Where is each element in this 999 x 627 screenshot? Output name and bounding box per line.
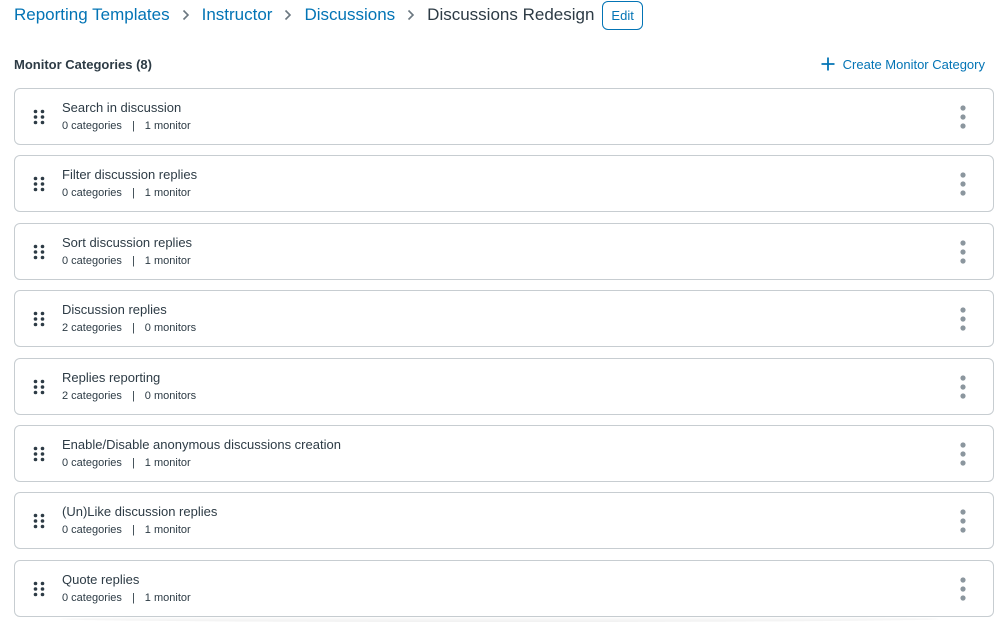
meta-separator: | [131, 120, 135, 132]
category-meta: 0 categories | 1 monitor [62, 255, 191, 267]
monitor-count: 1 monitor [144, 254, 191, 267]
breadcrumb-link-instructor[interactable]: Instructor [202, 5, 273, 25]
monitor-count: 1 monitor [144, 591, 191, 604]
edit-button[interactable]: Edit [602, 0, 643, 30]
category-meta: 0 categories | 1 monitor [62, 187, 191, 199]
category-card: Discussion replies 2 categories | 0 moni… [14, 290, 994, 348]
chevron-right-icon [182, 9, 190, 21]
drag-handle-icon[interactable] [33, 513, 45, 529]
monitor-count: 1 monitor [144, 456, 191, 469]
category-meta: 0 categories | 1 monitor [62, 592, 191, 604]
plus-icon [821, 57, 835, 71]
category-title: Sort discussion replies [62, 234, 193, 250]
kebab-menu-icon[interactable] [957, 576, 969, 602]
chevron-right-icon [407, 9, 415, 21]
kebab-menu-icon[interactable] [957, 239, 969, 265]
create-monitor-category-button[interactable]: Create Monitor Category [821, 57, 985, 72]
monitor-count: 1 monitor [144, 187, 191, 200]
monitor-count: 1 monitor [144, 524, 191, 537]
category-title: Search in discussion [62, 100, 182, 115]
category-title: Enable/Disable anonymous discussions cre… [62, 436, 341, 452]
category-meta: 2 categories | 0 monitors [62, 322, 196, 334]
meta-separator: | [131, 389, 135, 402]
category-meta: 2 categories | 0 monitors [62, 390, 196, 402]
category-title: Filter discussion replies [62, 167, 198, 183]
category-card: Filter discussion replies 0 categories |… [14, 155, 994, 213]
meta-separator: | [131, 591, 135, 604]
breadcrumb-link-discussions[interactable]: Discussions [304, 5, 395, 25]
category-count: 0 categories [62, 456, 122, 469]
category-meta: 0 categories | 1 monitor [62, 457, 191, 469]
category-card: Enable/Disable anonymous discussions cre… [14, 424, 994, 482]
meta-separator: | [131, 322, 135, 335]
meta-separator: | [131, 524, 135, 537]
category-count: 2 categories [62, 389, 122, 402]
category-card: Sort discussion replies 0 categories | 1… [14, 222, 994, 280]
breadcrumb-link-reporting-templates[interactable]: Reporting Templates [14, 5, 170, 25]
drag-handle-icon[interactable] [33, 581, 45, 597]
section-title: Monitor Categories (8) [14, 56, 152, 72]
meta-separator: | [131, 254, 135, 267]
category-title: (Un)Like discussion replies [62, 504, 218, 520]
section-header: Monitor Categories (8) Create Monitor Ca… [14, 52, 985, 76]
kebab-menu-icon[interactable] [957, 508, 969, 534]
category-list: Search in discussion 0 categories | 1 mo… [14, 88, 994, 627]
drag-handle-icon[interactable] [33, 109, 45, 125]
category-title: Replies reporting [62, 369, 161, 385]
monitor-count: 0 monitors [144, 389, 197, 402]
kebab-menu-icon[interactable] [957, 374, 969, 400]
category-card: (Un)Like discussion replies 0 categories… [14, 492, 994, 550]
category-card: Search in discussion 0 categories | 1 mo… [14, 88, 994, 145]
meta-separator: | [131, 456, 135, 469]
drag-handle-icon[interactable] [33, 379, 45, 395]
kebab-menu-icon[interactable] [957, 171, 969, 197]
drag-handle-icon[interactable] [33, 176, 45, 192]
breadcrumb-current: Discussions Redesign [427, 5, 595, 24]
category-meta: 0 categories | 1 monitor [62, 524, 191, 536]
monitor-count: 1 monitor [144, 120, 191, 132]
category-meta: 0 categories | 1 monitor [62, 120, 191, 132]
kebab-menu-icon[interactable] [957, 441, 969, 467]
breadcrumb: Reporting Templates Instructor Discussio… [14, 0, 643, 30]
monitor-count: 0 monitors [144, 322, 197, 335]
bottom-shadow [60, 616, 939, 622]
category-count: 0 categories [62, 524, 122, 537]
kebab-menu-icon[interactable] [957, 104, 969, 130]
category-card: Replies reporting 2 categories | 0 monit… [14, 357, 994, 415]
drag-handle-icon[interactable] [33, 446, 45, 462]
category-title: Discussion replies [62, 302, 167, 318]
category-count: 2 categories [62, 322, 122, 335]
meta-separator: | [131, 187, 135, 200]
category-title: Quote replies [62, 571, 140, 587]
category-count: 0 categories [62, 120, 122, 132]
kebab-menu-icon[interactable] [957, 306, 969, 332]
drag-handle-icon[interactable] [33, 244, 45, 260]
drag-handle-icon[interactable] [33, 311, 45, 327]
category-count: 0 categories [62, 187, 122, 200]
chevron-right-icon [284, 9, 292, 21]
category-count: 0 categories [62, 591, 122, 604]
category-count: 0 categories [62, 254, 122, 267]
category-card: Quote replies 0 categories | 1 monitor [14, 559, 994, 617]
create-monitor-category-label: Create Monitor Category [842, 56, 985, 72]
